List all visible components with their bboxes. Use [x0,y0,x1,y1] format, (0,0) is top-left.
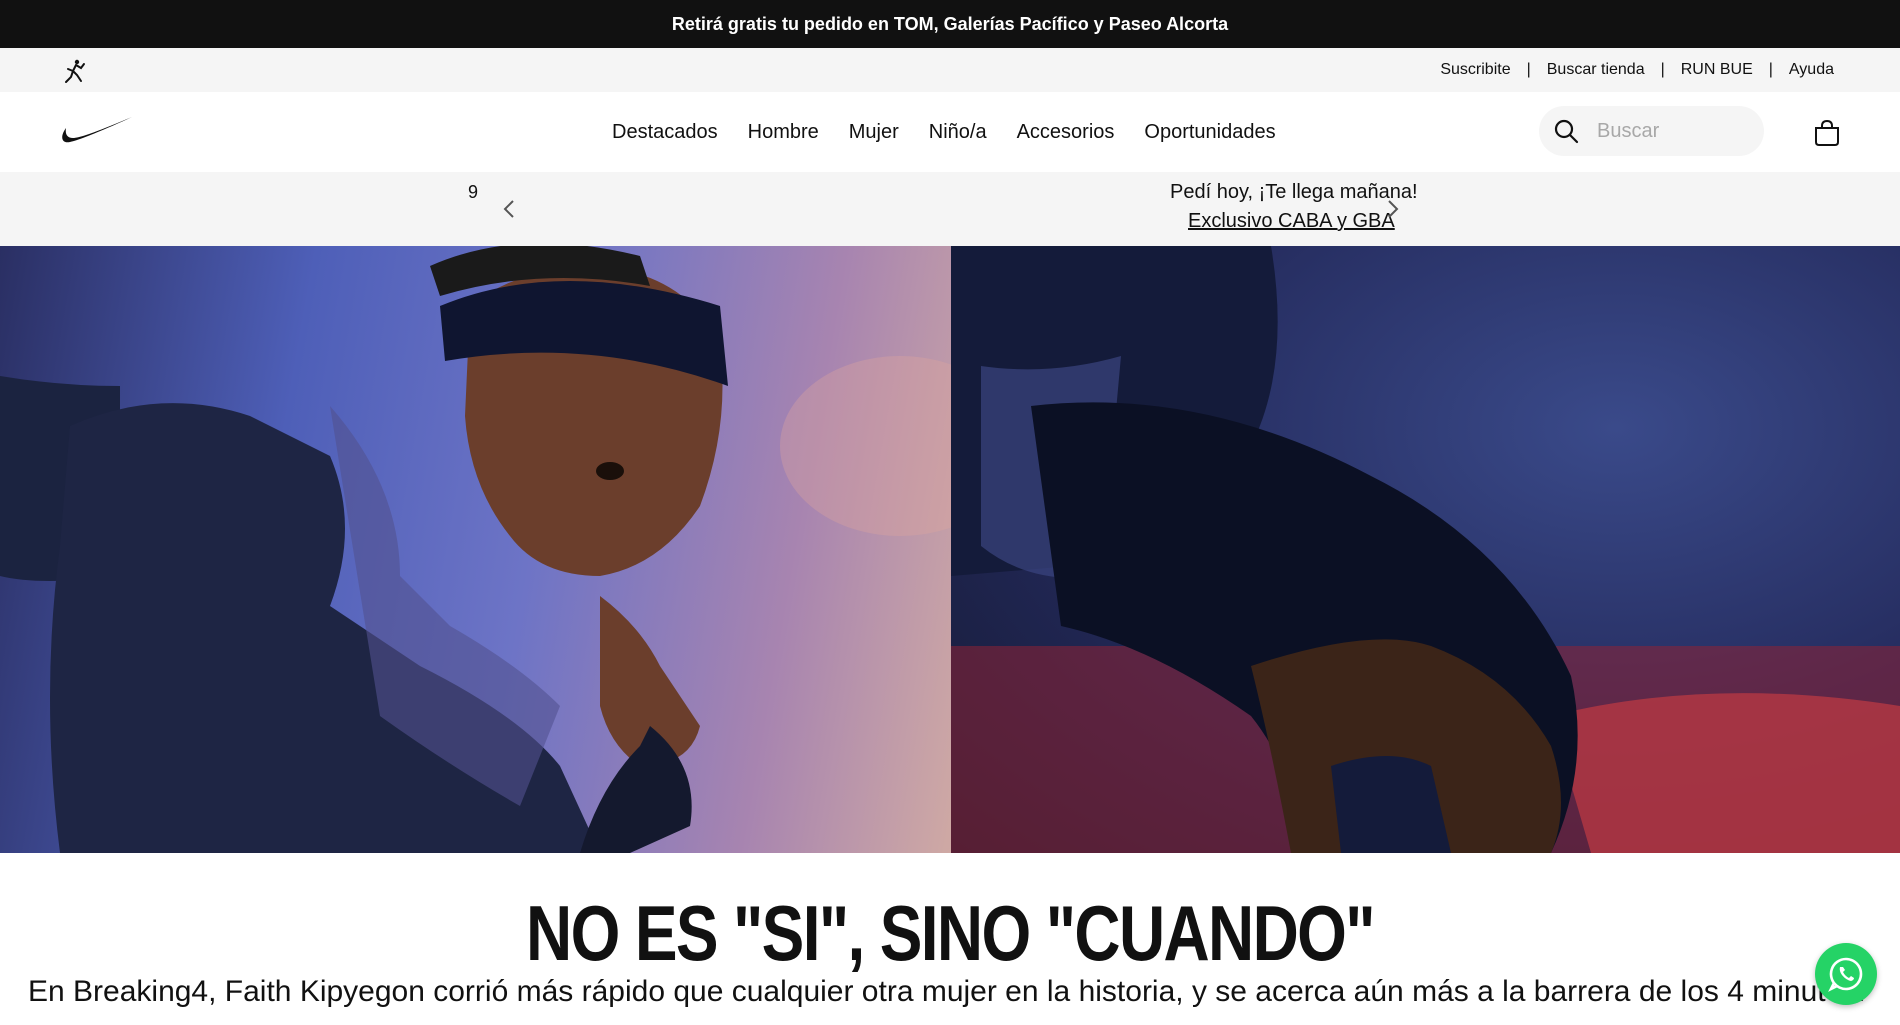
nav-item-destacados[interactable]: Destacados [612,121,718,144]
help-link[interactable]: Ayuda [1789,61,1834,79]
nike-swoosh-icon[interactable] [58,114,134,146]
primary-menu: Destacados Hombre Mujer Niño/a Accesorio… [612,92,1276,172]
main-navigation: Destacados Hombre Mujer Niño/a Accesorio… [0,92,1900,172]
hero-image-runner[interactable] [0,246,951,853]
chevron-right-icon[interactable] [1380,197,1404,221]
announcement-text: Retirá gratis tu pedido en TOM, Galerías… [671,13,1229,34]
utility-links: Suscribite | Buscar tienda | RUN BUE | A… [1440,48,1834,92]
whatsapp-button[interactable] [1815,943,1877,1005]
nav-item-accesorios[interactable]: Accesorios [1017,121,1115,144]
chevron-left-icon[interactable] [498,197,522,221]
separator: | [1660,61,1665,78]
hero-image-legs[interactable] [951,246,1900,853]
search-icon[interactable] [1553,118,1579,144]
runner-illustration [0,246,951,853]
bag-icon[interactable] [1812,118,1842,148]
jordan-jumpman-icon[interactable] [62,58,88,84]
promo-carousel: 9 Pedí hoy, ¡Te llega mañana! Exclusivo … [0,172,1900,246]
search-box[interactable] [1539,106,1764,156]
run-bue-link[interactable]: RUN BUE [1681,61,1753,79]
hero-headline: NO ES "SI", SINO "CUANDO" [526,889,1376,977]
hero-banner[interactable] [0,246,1900,853]
nav-item-oportunidades[interactable]: Oportunidades [1144,121,1275,144]
find-store-link[interactable]: Buscar tienda [1547,61,1645,79]
whatsapp-icon [1828,957,1863,992]
announcement-bar: Retirá gratis tu pedido en TOM, Galerías… [0,0,1900,48]
promo-line-2-link[interactable]: Exclusivo CABA y GBA [1188,210,1395,233]
legs-illustration [951,246,1900,853]
separator: | [1768,61,1773,78]
subscribe-link[interactable]: Suscribite [1440,61,1510,79]
search-input[interactable] [1597,119,1747,143]
previous-slide-fragment: 9 [468,182,479,202]
nav-item-hombre[interactable]: Hombre [748,121,819,144]
utility-bar: Suscribite | Buscar tienda | RUN BUE | A… [0,48,1900,92]
nav-item-mujer[interactable]: Mujer [849,121,899,144]
hero-subtext: En Breaking4, Faith Kipyegon corrió más … [28,975,1866,1008]
nav-item-nino[interactable]: Niño/a [929,121,987,144]
separator: | [1526,61,1531,78]
